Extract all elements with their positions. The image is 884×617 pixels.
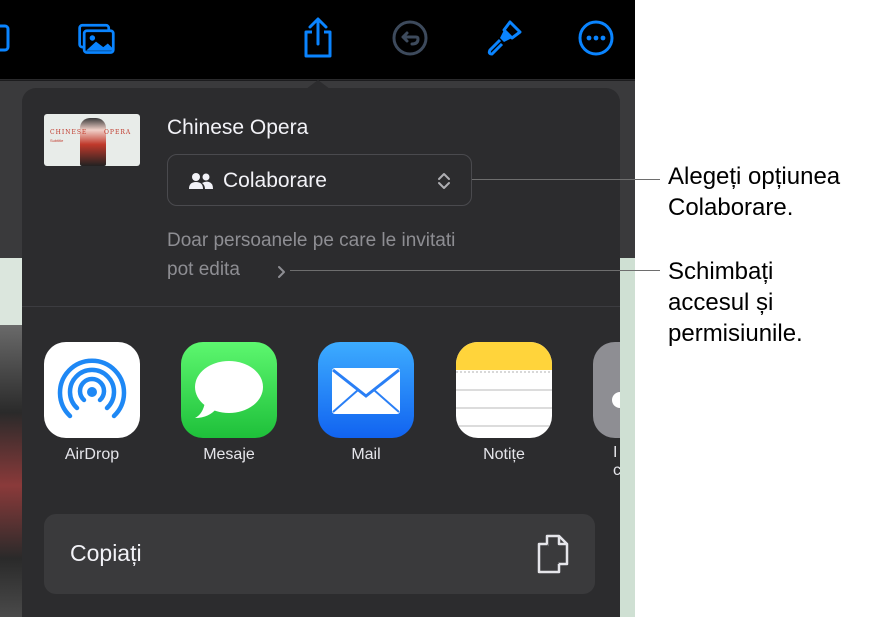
share-app-notes[interactable]: Notițe [456,342,552,464]
share-sheet: CHINESE OPERA Subtitle Chinese Opera Col… [22,88,620,617]
people-icon [189,173,213,189]
callout-text-line: Colaborare. [668,194,794,221]
copy-action-label: Copiați [70,540,142,566]
share-app-label: AirDrop [64,446,120,463]
callout-leader-collaboration [472,179,660,180]
share-app-label-line1: I [613,444,618,461]
share-app-messages[interactable]: Mesaje [181,342,277,464]
share-app-mail[interactable]: Mail [318,342,414,464]
document-title: Chinese Opera [167,116,309,139]
media-icon[interactable] [76,18,116,58]
airdrop-icon [44,342,140,438]
app-screen: CHINESE OPERA Subtitle Chinese Opera Col… [0,0,635,617]
access-description-line2[interactable]: pot edita [167,259,240,281]
more-icon[interactable] [576,18,616,58]
chevron-updown-icon [438,173,450,189]
callout-text-line: Alegeți opțiunea [668,163,841,190]
format-brush-icon[interactable] [484,18,524,58]
share-app-label: Notițe [483,446,525,463]
share-icon[interactable] [298,17,338,58]
callout-collaboration: Alegeți opțiunea Colaborare. [668,161,840,223]
copy-icon [537,534,569,574]
callout-access: Schimbați accesul și permisiunile. [668,256,803,349]
chevron-right-icon[interactable] [276,264,288,280]
share-app-label-line2: c [613,462,620,479]
mail-icon [318,342,414,438]
document-thumbnail: CHINESE OPERA Subtitle [44,114,140,166]
share-app-airdrop[interactable]: AirDrop [44,342,140,464]
access-description-line1[interactable]: Doar persoanele pe care le invitati [167,230,455,252]
thumbnail-figure [80,118,106,166]
share-app-label: I c [593,444,620,480]
callout-text-line: Schimbați [668,258,774,285]
callout-text-line: permisiunile. [668,320,803,347]
callout-text-line: accesul și [668,289,774,316]
thumbnail-subtitle: Subtitle [50,138,64,143]
slide-photo-left [0,325,22,617]
new-slide-icon[interactable] [0,18,22,58]
partial-app-icon [593,342,620,438]
copy-action[interactable]: Copiați [44,514,595,594]
toolbar [0,0,635,80]
collaboration-select[interactable]: Colaborare [167,154,472,206]
messages-icon [181,342,277,438]
notes-icon [456,342,552,438]
share-app-label: Mesaje [203,446,255,463]
share-app-label: Mail [351,446,381,463]
collaboration-selected-value: Colaborare [223,169,327,192]
thumbnail-title-left: CHINESE [50,129,88,136]
thumbnail-title-right: OPERA [104,129,132,136]
slide-background-right [620,258,635,617]
divider [22,306,620,307]
undo-icon[interactable] [390,18,430,58]
share-app-partial[interactable]: I c [593,342,620,480]
callout-leader-access [290,270,660,271]
